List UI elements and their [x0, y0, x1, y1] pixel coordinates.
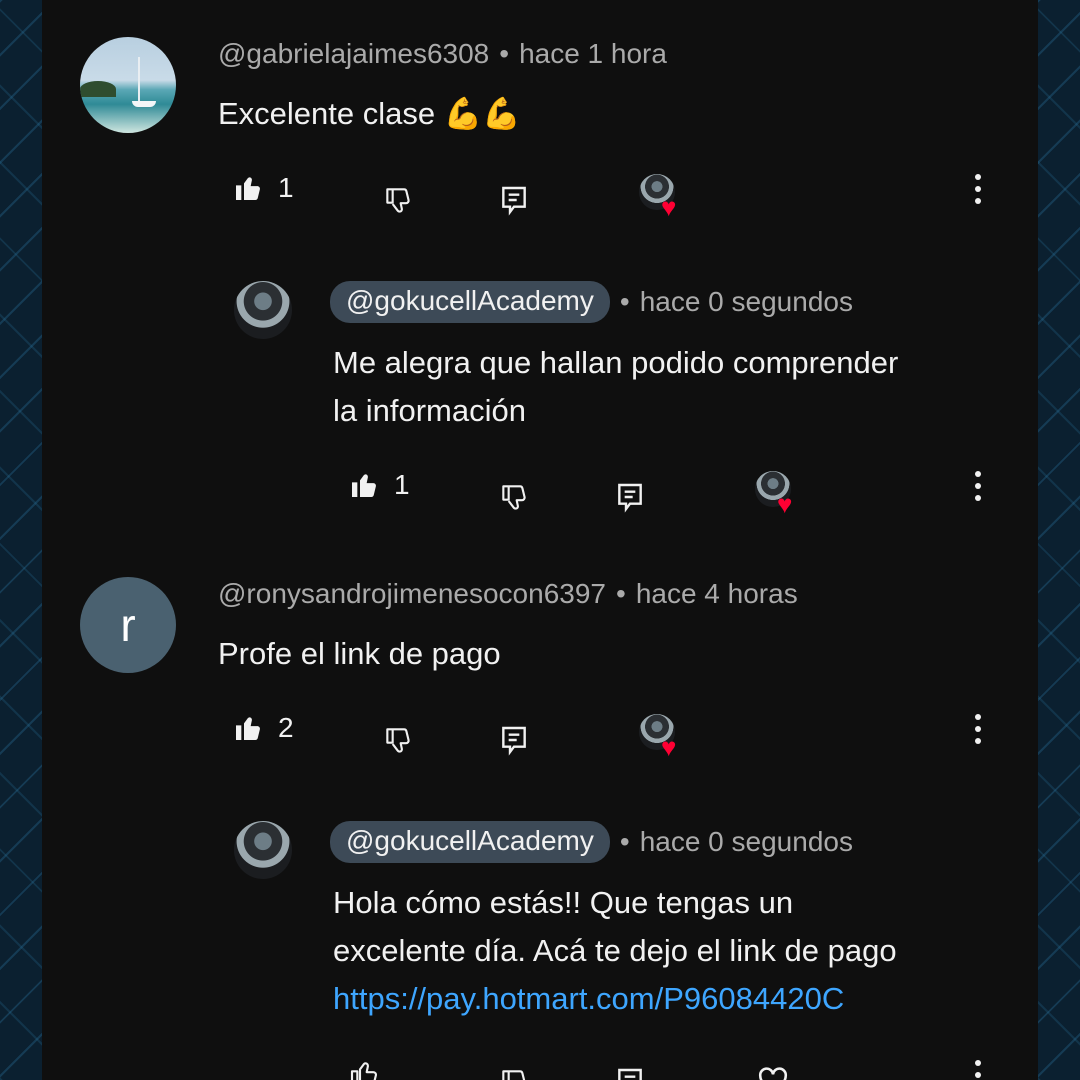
comment-header: @ronysandrojimenesocon6397 • hace 4 hora…	[218, 578, 798, 610]
avatar[interactable]	[234, 821, 292, 879]
separator-dot: •	[499, 38, 510, 69]
heart-button[interactable]	[756, 1064, 790, 1080]
more-vertical-icon	[975, 471, 981, 501]
like-count: 1	[278, 172, 294, 203]
comment-author[interactable]: @gabrielajaimes6308	[218, 38, 489, 70]
like-count: 2	[278, 712, 294, 743]
comment-time[interactable]: hace 0 segundos	[640, 286, 853, 318]
thumbs-down-icon	[502, 485, 526, 510]
like-button[interactable]: 2	[232, 712, 294, 744]
comments-panel[interactable]: @gabrielajaimes6308 • hace 1 hora Excele…	[42, 0, 1038, 1080]
more-options-button[interactable]	[964, 712, 992, 746]
like-button[interactable]	[348, 1058, 380, 1080]
more-options-button[interactable]	[964, 469, 992, 503]
comment-text: Hola cómo estás!! Que tengas un excelent…	[333, 879, 897, 1023]
heart-icon: ♥	[777, 489, 793, 519]
avatar[interactable]	[80, 37, 176, 133]
creator-heart: ♥	[639, 174, 689, 220]
comment-time[interactable]: hace 4 horas	[636, 578, 798, 610]
reply-button[interactable]	[498, 724, 530, 756]
more-vertical-icon	[975, 1060, 981, 1078]
dislike-button[interactable]	[382, 184, 414, 216]
like-count: 1	[394, 469, 410, 500]
comment-author[interactable]: @ronysandrojimenesocon6397	[218, 578, 606, 610]
comment-time[interactable]: hace 1 hora	[519, 38, 667, 70]
reply-button[interactable]	[498, 184, 530, 216]
thumbs-down-icon	[386, 728, 410, 753]
background-pattern-left	[0, 0, 42, 1080]
more-vertical-icon	[975, 174, 981, 204]
like-button[interactable]: 1	[232, 172, 294, 204]
reply-icon	[502, 726, 526, 756]
reply-icon	[618, 1068, 642, 1080]
more-vertical-icon	[975, 714, 981, 744]
comment-header: @gokucellAcademy • hace 0 segundos	[330, 821, 853, 863]
thumbs-down-icon	[502, 1070, 526, 1080]
heart-icon: ♥	[661, 192, 677, 222]
separator-dot: •	[619, 286, 630, 317]
thumbs-up-icon	[236, 717, 260, 740]
comment-header: @gabrielajaimes6308 • hace 1 hora	[218, 38, 667, 70]
reply-button[interactable]	[614, 1066, 646, 1080]
payment-link[interactable]: https://pay.hotmart.com/P96084420C	[333, 975, 897, 1023]
separator-dot: •	[619, 826, 630, 857]
dislike-button[interactable]	[498, 481, 530, 513]
more-options-button[interactable]	[964, 1058, 992, 1080]
thumbs-up-icon	[352, 474, 376, 497]
thumbs-up-icon	[236, 177, 260, 200]
like-button[interactable]: 1	[348, 469, 410, 501]
reply-icon	[618, 483, 642, 513]
comment-text: Me alegra que hallan podido comprender l…	[333, 345, 899, 428]
heart-outline-icon	[758, 1067, 788, 1080]
separator-dot: •	[616, 578, 626, 609]
comment-author[interactable]: @gokucellAcademy	[330, 821, 610, 863]
comment-time[interactable]: hace 0 segundos	[640, 826, 853, 858]
more-options-button[interactable]	[964, 172, 992, 206]
creator-heart: ♥	[639, 714, 689, 760]
comment-author[interactable]: @gokucellAcademy	[330, 281, 610, 323]
avatar-letter: r	[120, 599, 136, 651]
comment-header: @gokucellAcademy • hace 0 segundos	[330, 281, 853, 323]
dislike-button[interactable]	[498, 1066, 530, 1080]
thumbs-down-icon	[386, 188, 410, 213]
comment-text: Profe el link de pago	[218, 636, 501, 671]
avatar[interactable]	[234, 281, 292, 339]
creator-heart: ♥	[755, 471, 805, 517]
reply-icon	[502, 186, 526, 216]
dislike-button[interactable]	[382, 724, 414, 756]
thumbs-up-icon	[350, 1062, 378, 1080]
reply-button[interactable]	[614, 481, 646, 513]
avatar[interactable]: r	[80, 577, 176, 673]
comment-text: Excelente clase 💪💪	[218, 96, 521, 131]
heart-icon: ♥	[661, 732, 677, 762]
background-pattern-right	[1038, 0, 1080, 1080]
